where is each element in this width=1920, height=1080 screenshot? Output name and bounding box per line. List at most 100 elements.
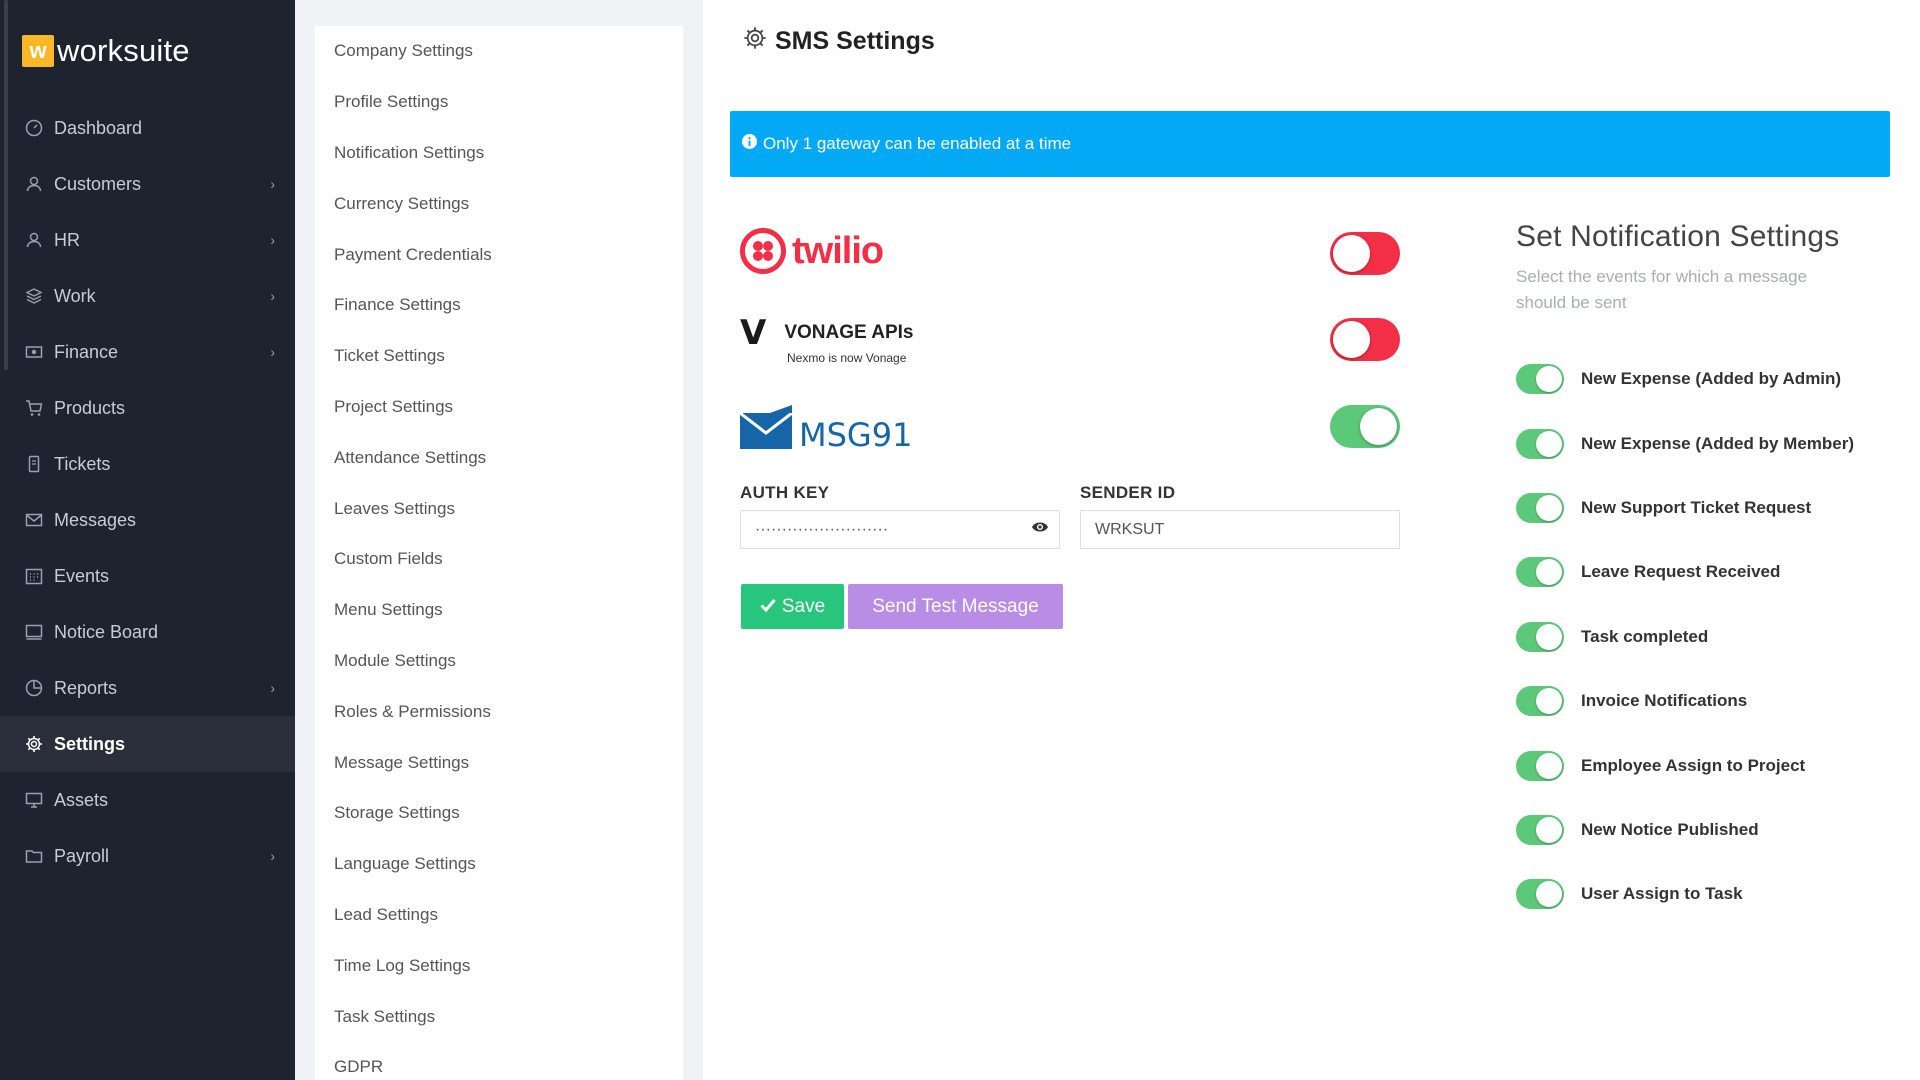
sidebar: w worksuite Dashboard Customers › HR › W… [0, 0, 295, 1080]
toggle-knob [1536, 430, 1562, 457]
sidebar-item-customers[interactable]: Customers › [0, 156, 295, 212]
sidebar-item-finance[interactable]: Finance › [0, 324, 295, 380]
envelope-icon [24, 510, 44, 530]
auth-key-input[interactable]: ························· [740, 510, 1060, 549]
notification-toggle[interactable] [1516, 557, 1564, 588]
send-test-message-button[interactable]: Send Test Message [848, 584, 1063, 629]
sender-id-value: WRKSUT [1095, 520, 1165, 538]
msg91-logo: MSG91 [740, 405, 1400, 451]
notification-toggle[interactable] [1516, 364, 1564, 395]
sidebar-item-settings[interactable]: Settings [0, 716, 295, 772]
sidebar-item-hr[interactable]: HR › [0, 212, 295, 268]
notification-list: New Expense (Added by Admin) New Expense… [1516, 347, 1854, 927]
notification-toggle[interactable] [1516, 814, 1564, 845]
settings-menu-item[interactable]: Lead Settings [315, 890, 683, 941]
vonage-v-mark: V [740, 313, 767, 353]
notification-toggle[interactable] [1516, 879, 1564, 910]
twilio-logo-text: twilio [792, 229, 884, 272]
settings-panel: Company Settings Profile Settings Notifi… [295, 0, 703, 1080]
sidebar-nav: Dashboard Customers › HR › Work › Financ… [0, 100, 295, 884]
sidebar-item-dashboard[interactable]: Dashboard [0, 100, 295, 156]
settings-menu-item[interactable]: Leaves Settings [315, 483, 683, 534]
sidebar-item-events[interactable]: Events [0, 548, 295, 604]
cart-icon [24, 398, 44, 418]
settings-menu-item[interactable]: Custom Fields [315, 534, 683, 585]
msg91-envelope-icon [740, 405, 793, 449]
settings-menu-item[interactable]: Profile Settings [315, 77, 683, 128]
settings-menu-item[interactable]: Time Log Settings [315, 940, 683, 991]
settings-menu-item[interactable]: Currency Settings [315, 178, 683, 229]
chevron-right-icon: › [270, 848, 275, 864]
main-content: SMS Settings Only 1 gateway can be enabl… [703, 0, 1920, 1080]
settings-menu-item[interactable]: Module Settings [315, 636, 683, 687]
sidebar-item-notice-board[interactable]: Notice Board [0, 604, 295, 660]
notification-toggle[interactable] [1516, 686, 1564, 717]
settings-menu-item[interactable]: Ticket Settings [315, 331, 683, 382]
notification-toggle[interactable] [1516, 428, 1564, 459]
notification-toggle[interactable] [1516, 750, 1564, 781]
app-logo[interactable]: w worksuite [22, 33, 190, 69]
settings-menu-item[interactable]: Task Settings [315, 991, 683, 1042]
save-button[interactable]: Save [741, 584, 844, 629]
sender-id-input[interactable]: WRKSUT [1080, 510, 1400, 549]
sender-id-label: SENDER ID [1080, 483, 1176, 502]
work-icon [24, 286, 44, 306]
notification-settings-subtitle: Select the events for which a message sh… [1516, 267, 1808, 312]
settings-menu-item[interactable]: Menu Settings [315, 585, 683, 636]
eye-icon[interactable] [1031, 520, 1049, 539]
settings-menu-item[interactable]: Finance Settings [315, 280, 683, 331]
notification-label: Employee Assign to Project [1581, 755, 1806, 775]
sidebar-item-work[interactable]: Work › [0, 268, 295, 324]
sidebar-item-label: Assets [54, 789, 109, 810]
settings-menu-item[interactable]: Project Settings [315, 382, 683, 433]
info-alert-text: Only 1 gateway can be enabled at a time [763, 134, 1072, 153]
notification-label: New Expense (Added by Admin) [1581, 369, 1842, 389]
check-icon [760, 596, 776, 618]
notification-row: New Expense (Added by Member) [1516, 411, 1854, 475]
settings-menu-item[interactable]: GDPR [315, 1042, 683, 1080]
vonage-logo: V VONAGE APIs Nexmo is now Vonage [740, 313, 1400, 365]
sidebar-item-reports[interactable]: Reports › [0, 660, 295, 716]
customers-icon [24, 174, 44, 194]
vonage-logo-subtitle: Nexmo is now Vonage [787, 351, 907, 365]
notification-toggle[interactable] [1516, 621, 1564, 652]
notification-row: User Assign to Task [1516, 862, 1854, 926]
settings-menu-item[interactable]: Attendance Settings [315, 432, 683, 483]
sidebar-item-label: Reports [54, 677, 118, 698]
sidebar-item-label: Products [54, 397, 126, 418]
logo-text: worksuite [57, 33, 190, 68]
sidebar-item-messages[interactable]: Messages [0, 492, 295, 548]
notification-label: Invoice Notifications [1581, 691, 1748, 711]
chevron-right-icon: › [270, 288, 275, 304]
monitor-icon [24, 790, 44, 810]
sidebar-item-label: Dashboard [54, 117, 143, 138]
ticket-icon [24, 454, 44, 474]
settings-menu-item[interactable]: Language Settings [315, 839, 683, 890]
chevron-right-icon: › [270, 176, 275, 192]
auth-key-value: ························· [755, 520, 889, 538]
notification-label: Task completed [1581, 626, 1709, 646]
settings-menu-item[interactable]: Payment Credentials [315, 229, 683, 280]
notification-row: Employee Assign to Project [1516, 733, 1854, 797]
msg91-toggle[interactable] [1330, 405, 1400, 448]
sidebar-item-tickets[interactable]: Tickets [0, 436, 295, 492]
twilio-toggle[interactable] [1330, 232, 1400, 275]
notification-row: Task completed [1516, 605, 1854, 669]
toggle-knob [1536, 688, 1562, 715]
sidebar-item-assets[interactable]: Assets [0, 772, 295, 828]
vonage-toggle[interactable] [1330, 318, 1400, 361]
toggle-knob [1536, 559, 1562, 586]
notification-toggle[interactable] [1516, 492, 1564, 523]
settings-menu-item[interactable]: Company Settings [315, 26, 683, 77]
settings-menu-item[interactable]: Message Settings [315, 737, 683, 788]
settings-menu-item[interactable]: Roles & Permissions [315, 686, 683, 737]
chevron-right-icon: › [270, 680, 275, 696]
finance-icon [24, 342, 44, 362]
sidebar-item-products[interactable]: Products [0, 380, 295, 436]
settings-menu-item[interactable]: Notification Settings [315, 128, 683, 179]
sidebar-item-payroll[interactable]: Payroll › [0, 828, 295, 884]
msg91-logo-text: MSG91 [799, 416, 913, 454]
settings-menu-item[interactable]: Storage Settings [315, 788, 683, 839]
pie-chart-icon [24, 678, 44, 698]
logo-mark: w [22, 35, 54, 67]
